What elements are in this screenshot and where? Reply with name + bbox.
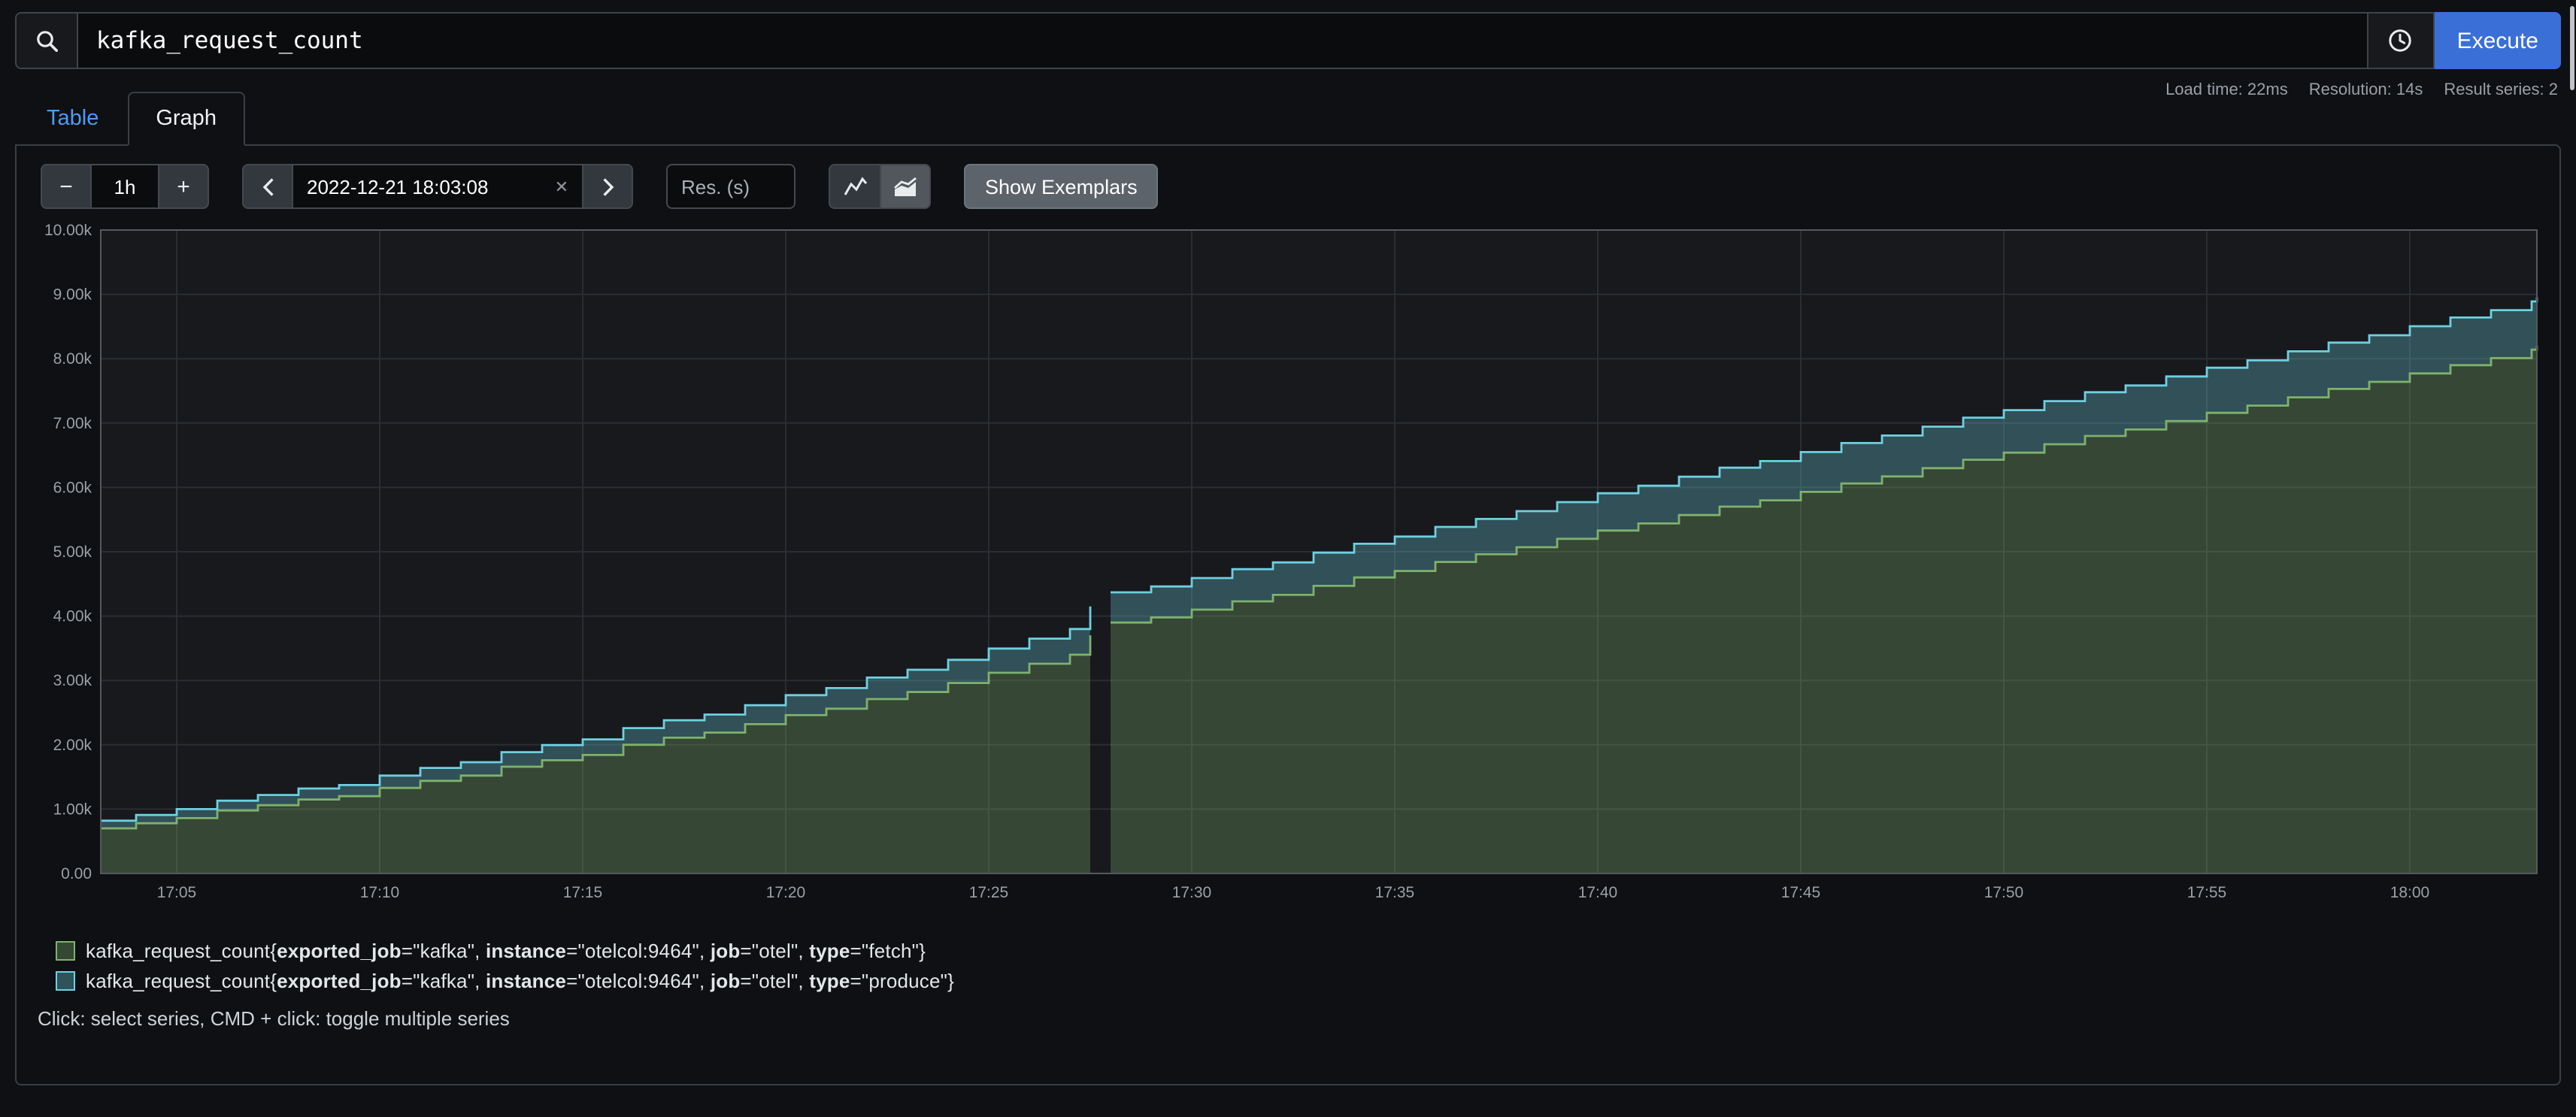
svg-text:1.00k: 1.00k (53, 801, 92, 818)
chevron-right-icon (601, 177, 614, 196)
query-stats: Load time: 22ms Resolution: 14s Result s… (2165, 81, 2558, 99)
execute-button[interactable]: Execute (2435, 12, 2561, 69)
time-travel-button[interactable] (2368, 12, 2435, 69)
svg-text:10.00k: 10.00k (44, 224, 92, 239)
app-container: Execute Load time: 22ms Resolution: 14s … (0, 0, 2576, 1085)
legend-item[interactable]: kafka_request_count{exported_job="kafka"… (56, 970, 2544, 992)
magnifier-glyph (34, 28, 59, 53)
range-control: − + (41, 164, 209, 209)
svg-text:17:05: 17:05 (157, 884, 197, 901)
line-chart-button[interactable] (829, 164, 880, 209)
graph-panel: − + 2022-12-21 18:03:08 ✕ (15, 144, 2561, 1085)
stacked-chart-icon (893, 176, 917, 197)
back-time-button[interactable] (242, 164, 293, 209)
series-label: kafka_request_count{exported_job="kafka"… (86, 940, 926, 962)
query-bar: Execute (15, 12, 2561, 69)
tab-graph[interactable]: Graph (127, 92, 245, 146)
series-label: kafka_request_count{exported_job="kafka"… (86, 970, 954, 992)
svg-text:17:35: 17:35 (1375, 884, 1415, 901)
resolution-input[interactable] (666, 164, 796, 209)
resolution-stat: Resolution: 14s (2309, 81, 2423, 99)
series-color-swatch (56, 941, 75, 961)
range-input[interactable] (92, 164, 158, 209)
svg-text:17:20: 17:20 (766, 884, 806, 901)
prometheus-expression-browser: Execute Load time: 22ms Resolution: 14s … (0, 0, 2576, 1117)
svg-text:5.00k: 5.00k (53, 543, 92, 561)
panel-tabs: Table Graph (18, 92, 245, 146)
svg-text:18:00: 18:00 (2390, 884, 2430, 901)
end-time-value: 2022-12-21 18:03:08 (307, 175, 488, 198)
increase-range-button[interactable]: + (158, 164, 209, 209)
svg-text:17:50: 17:50 (1984, 884, 2024, 901)
svg-text:9.00k: 9.00k (53, 286, 92, 304)
decrease-range-button[interactable]: − (41, 164, 92, 209)
svg-text:17:45: 17:45 (1781, 884, 1821, 901)
series-color-swatch (56, 971, 75, 991)
legend-item[interactable]: kafka_request_count{exported_job="kafka"… (56, 940, 2544, 962)
svg-text:2.00k: 2.00k (53, 737, 92, 754)
graph-controls: − + 2022-12-21 18:03:08 ✕ (32, 164, 2544, 209)
chevron-left-icon (261, 177, 274, 196)
tab-table[interactable]: Table (18, 92, 127, 146)
scrollbar[interactable] (2568, 0, 2576, 1117)
svg-text:6.00k: 6.00k (53, 479, 92, 496)
svg-text:0.00: 0.00 (61, 865, 92, 882)
svg-text:17:25: 17:25 (969, 884, 1009, 901)
search-icon (15, 12, 77, 69)
svg-text:17:30: 17:30 (1172, 884, 1212, 901)
svg-text:17:15: 17:15 (563, 884, 603, 901)
clock-icon (2387, 27, 2414, 54)
chart-type-toggle (829, 164, 931, 209)
forward-time-button[interactable] (582, 164, 633, 209)
load-time-stat: Load time: 22ms (2165, 81, 2288, 99)
svg-text:7.00k: 7.00k (53, 415, 92, 432)
svg-text:17:40: 17:40 (1578, 884, 1618, 901)
line-chart-icon (843, 176, 867, 197)
meta-row: Load time: 22ms Resolution: 14s Result s… (15, 72, 2561, 144)
legend-hint: Click: select series, CMD + click: toggl… (38, 1007, 2544, 1030)
time-series-chart[interactable]: 0.00 1.00k 2.00k 3.00k 4.00k 5.00k 6.00k 7.00k 8… (32, 224, 2544, 919)
stacked-chart-button[interactable] (880, 164, 931, 209)
svg-text:4.00k: 4.00k (53, 608, 92, 625)
svg-text:17:55: 17:55 (2187, 884, 2227, 901)
clear-time-icon[interactable]: ✕ (555, 177, 568, 196)
svg-text:3.00k: 3.00k (53, 672, 92, 689)
svg-text:17:10: 17:10 (360, 884, 400, 901)
scrollbar-thumb[interactable] (2570, 6, 2574, 90)
query-input[interactable] (77, 12, 2368, 69)
show-exemplars-button[interactable]: Show Exemplars (964, 164, 1159, 209)
result-series-stat: Result series: 2 (2444, 81, 2558, 99)
svg-text:8.00k: 8.00k (53, 350, 92, 368)
legend: kafka_request_count{exported_job="kafka"… (56, 940, 2544, 992)
time-control: 2022-12-21 18:03:08 ✕ (242, 164, 633, 209)
end-time-input[interactable]: 2022-12-21 18:03:08 ✕ (293, 164, 582, 209)
